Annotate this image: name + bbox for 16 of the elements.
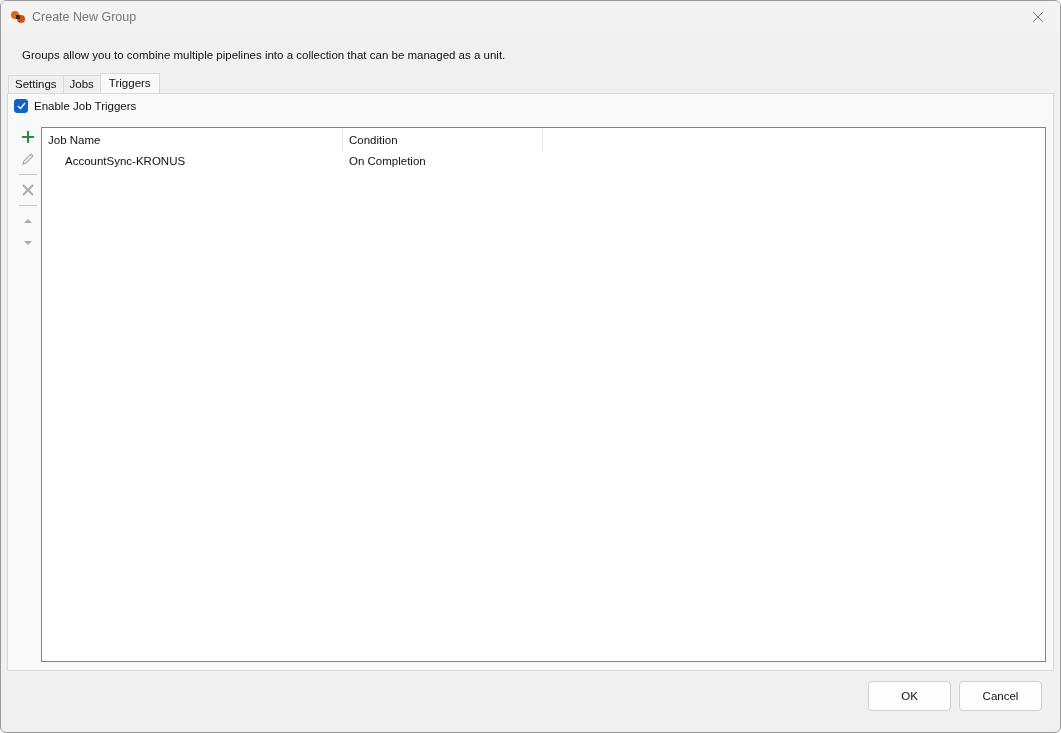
checkbox-label[interactable]: Enable Job Triggers: [34, 100, 137, 112]
checkbox[interactable]: [14, 99, 28, 113]
plus-icon[interactable]: [20, 130, 35, 144]
cancel-button[interactable]: Cancel: [959, 681, 1042, 711]
app-logo-icon: [10, 9, 26, 24]
tab[interactable]: Settings: [8, 75, 64, 93]
ok-button[interactable]: OK: [868, 681, 951, 711]
table-cell-text: AccountSync-KRONUS: [64, 154, 187, 167]
column-header[interactable]: Job Name: [42, 128, 343, 152]
close-icon[interactable]: [1032, 10, 1044, 23]
column-header[interactable]: Condition: [343, 128, 543, 152]
table-row[interactable]: AccountSync-KRONUS On Completion: [42, 152, 1045, 169]
table-cell: On Completion: [349, 154, 426, 167]
tab[interactable]: Triggers: [99, 73, 160, 93]
description-text: Groups allow you to combine multiple pipelines into a collection that can be managed as a unit.: [22, 49, 507, 61]
window-title: Create New Group: [32, 9, 137, 24]
